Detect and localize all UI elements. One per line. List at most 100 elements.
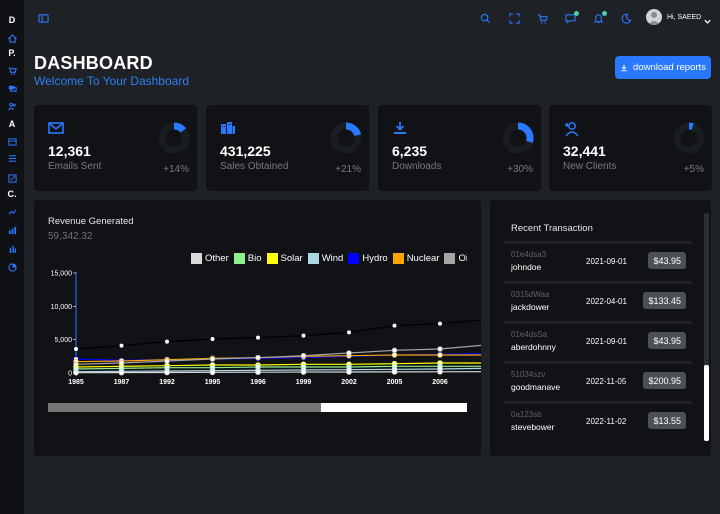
data-point bbox=[119, 343, 124, 348]
revenue-title: Revenue Generated bbox=[48, 216, 134, 227]
legend-item[interactable]: Other bbox=[191, 253, 229, 264]
legend-item[interactable]: Nuclear bbox=[392, 253, 439, 264]
x-tick-label: 1985 bbox=[68, 379, 84, 386]
transaction-user: stevebower bbox=[511, 422, 555, 432]
download-icon bbox=[621, 64, 627, 71]
transaction-date: 2021-09-01 bbox=[586, 337, 627, 346]
search-icon[interactable] bbox=[478, 11, 492, 25]
stat-label: New Clients bbox=[563, 161, 617, 172]
y-tick-label: 0 bbox=[68, 371, 72, 378]
people-icon[interactable] bbox=[0, 100, 24, 112]
transaction-id: 0315dWaa bbox=[511, 290, 550, 299]
data-point bbox=[300, 369, 307, 375]
data-point bbox=[256, 335, 260, 340]
transaction-user: goodmanave bbox=[511, 382, 561, 392]
edit-icon[interactable] bbox=[0, 172, 24, 184]
transaction-row[interactable]: 0a123sb stevebower 2022-11-02 $13.55 bbox=[504, 401, 692, 441]
legend-item[interactable]: Hydro bbox=[348, 253, 388, 264]
stat-value: 6,235 bbox=[392, 143, 428, 159]
transaction-row[interactable]: 51034szv goodmanave 2022-11-05 $200.95 bbox=[504, 361, 692, 401]
download-reports-label: download reports bbox=[633, 62, 706, 73]
stat-change: +5% bbox=[683, 164, 704, 175]
transaction-row[interactable]: 0315dWaa jackdower 2022-04-01 $133.45 bbox=[504, 281, 692, 321]
revenue-chart: 15,000 10,000 5,000 01985 1987 1992 1995 1996 19… bbox=[51, 271, 481, 386]
stat-card-clients: 32,441 New Clients +5% bbox=[549, 105, 712, 191]
data-point bbox=[437, 369, 443, 375]
legend-label: Oi bbox=[458, 253, 467, 264]
mail-icon bbox=[48, 121, 64, 135]
stat-card-emails: 12,361 Emails Sent +14% bbox=[34, 105, 197, 191]
legend-label: Hydro bbox=[362, 253, 388, 264]
pie-chart-icon[interactable] bbox=[0, 261, 24, 273]
chart-scrollbar[interactable] bbox=[48, 403, 467, 412]
data-point bbox=[255, 369, 261, 375]
chart-scrollbar-thumb[interactable] bbox=[48, 403, 321, 412]
data-point bbox=[301, 333, 306, 338]
sidebar-toggle-icon[interactable] bbox=[36, 11, 50, 25]
legend-item[interactable]: Oi bbox=[444, 253, 467, 264]
data-point bbox=[210, 337, 215, 341]
transaction-date: 2022-11-02 bbox=[586, 417, 627, 426]
data-point bbox=[118, 369, 125, 376]
legend-item[interactable]: Solar bbox=[266, 253, 303, 264]
transactions-scrollbar[interactable] bbox=[704, 213, 709, 441]
legend-item[interactable]: Wind bbox=[307, 253, 344, 264]
calendar-icon[interactable] bbox=[0, 135, 24, 147]
transaction-row[interactable]: 01e4dsSa aberdohnny 2021-09-01 $43.95 bbox=[504, 321, 692, 361]
add-user-icon bbox=[563, 121, 581, 137]
legend-swatch bbox=[392, 253, 404, 264]
list-icon[interactable] bbox=[0, 152, 24, 164]
data-point bbox=[391, 369, 398, 375]
series-line bbox=[75, 319, 481, 350]
transactions-scrollbar-thumb[interactable] bbox=[704, 365, 709, 441]
download-reports-button[interactable]: download reports bbox=[615, 56, 711, 79]
data-point bbox=[165, 339, 169, 344]
legend-label: Wind bbox=[321, 253, 344, 264]
transaction-date: 2022-11-05 bbox=[586, 377, 627, 386]
progress-ring bbox=[673, 122, 705, 154]
chart-line-icon[interactable] bbox=[0, 205, 24, 217]
bar-chart-icon[interactable] bbox=[0, 224, 24, 236]
transaction-amount: $13.55 bbox=[648, 412, 686, 429]
x-tick-label: 1996 bbox=[250, 379, 266, 386]
page-subtitle: Welcome To Your Dashboard bbox=[34, 74, 189, 88]
chart-bars-icon[interactable] bbox=[0, 242, 24, 254]
fullscreen-icon[interactable] bbox=[507, 11, 521, 25]
transaction-row[interactable]: 01e4dsa3 johndoe 2021-09-01 $43.95 bbox=[504, 241, 692, 281]
user-icon[interactable] bbox=[646, 9, 662, 25]
y-tick-label: 15,000 bbox=[51, 271, 73, 278]
data-point bbox=[255, 354, 261, 361]
data-point bbox=[392, 323, 397, 328]
legend-label: Solar bbox=[280, 253, 303, 264]
data-point bbox=[164, 369, 170, 376]
transaction-user: aberdohnny bbox=[511, 342, 556, 352]
transactions-title: Recent Transaction bbox=[511, 223, 593, 234]
stat-label: Emails Sent bbox=[48, 161, 102, 172]
contacts-icon[interactable] bbox=[0, 64, 24, 76]
data-point bbox=[209, 356, 216, 362]
y-tick-label: 10,000 bbox=[51, 304, 73, 311]
transaction-user: jackdower bbox=[511, 302, 550, 312]
chat-notification-dot bbox=[574, 11, 579, 16]
user-greeting[interactable]: Hi, SAEED bbox=[667, 14, 701, 21]
legend-item[interactable]: Bio bbox=[233, 253, 262, 264]
stat-card-sales: 431,225 Sales Obtained +21% bbox=[206, 105, 369, 191]
legend-swatch bbox=[307, 253, 319, 264]
home-icon[interactable] bbox=[0, 32, 24, 44]
sidebar-letter-p: P. bbox=[8, 48, 16, 58]
legend-swatch bbox=[444, 253, 456, 264]
data-point bbox=[73, 369, 79, 376]
transaction-amount: $43.95 bbox=[648, 332, 686, 349]
legend-label: Bio bbox=[247, 253, 262, 264]
cart-icon[interactable] bbox=[535, 11, 549, 25]
layers-icon[interactable] bbox=[0, 82, 24, 94]
data-point bbox=[391, 352, 398, 358]
moon-icon[interactable] bbox=[619, 11, 633, 25]
sidebar-letter-c: C. bbox=[7, 189, 17, 199]
series-line bbox=[75, 367, 481, 373]
progress-ring bbox=[158, 122, 190, 154]
transaction-user: johndoe bbox=[511, 262, 542, 272]
x-tick-label: 1987 bbox=[114, 379, 130, 386]
chevron-down-icon[interactable] bbox=[703, 13, 712, 24]
building-icon bbox=[220, 121, 236, 135]
